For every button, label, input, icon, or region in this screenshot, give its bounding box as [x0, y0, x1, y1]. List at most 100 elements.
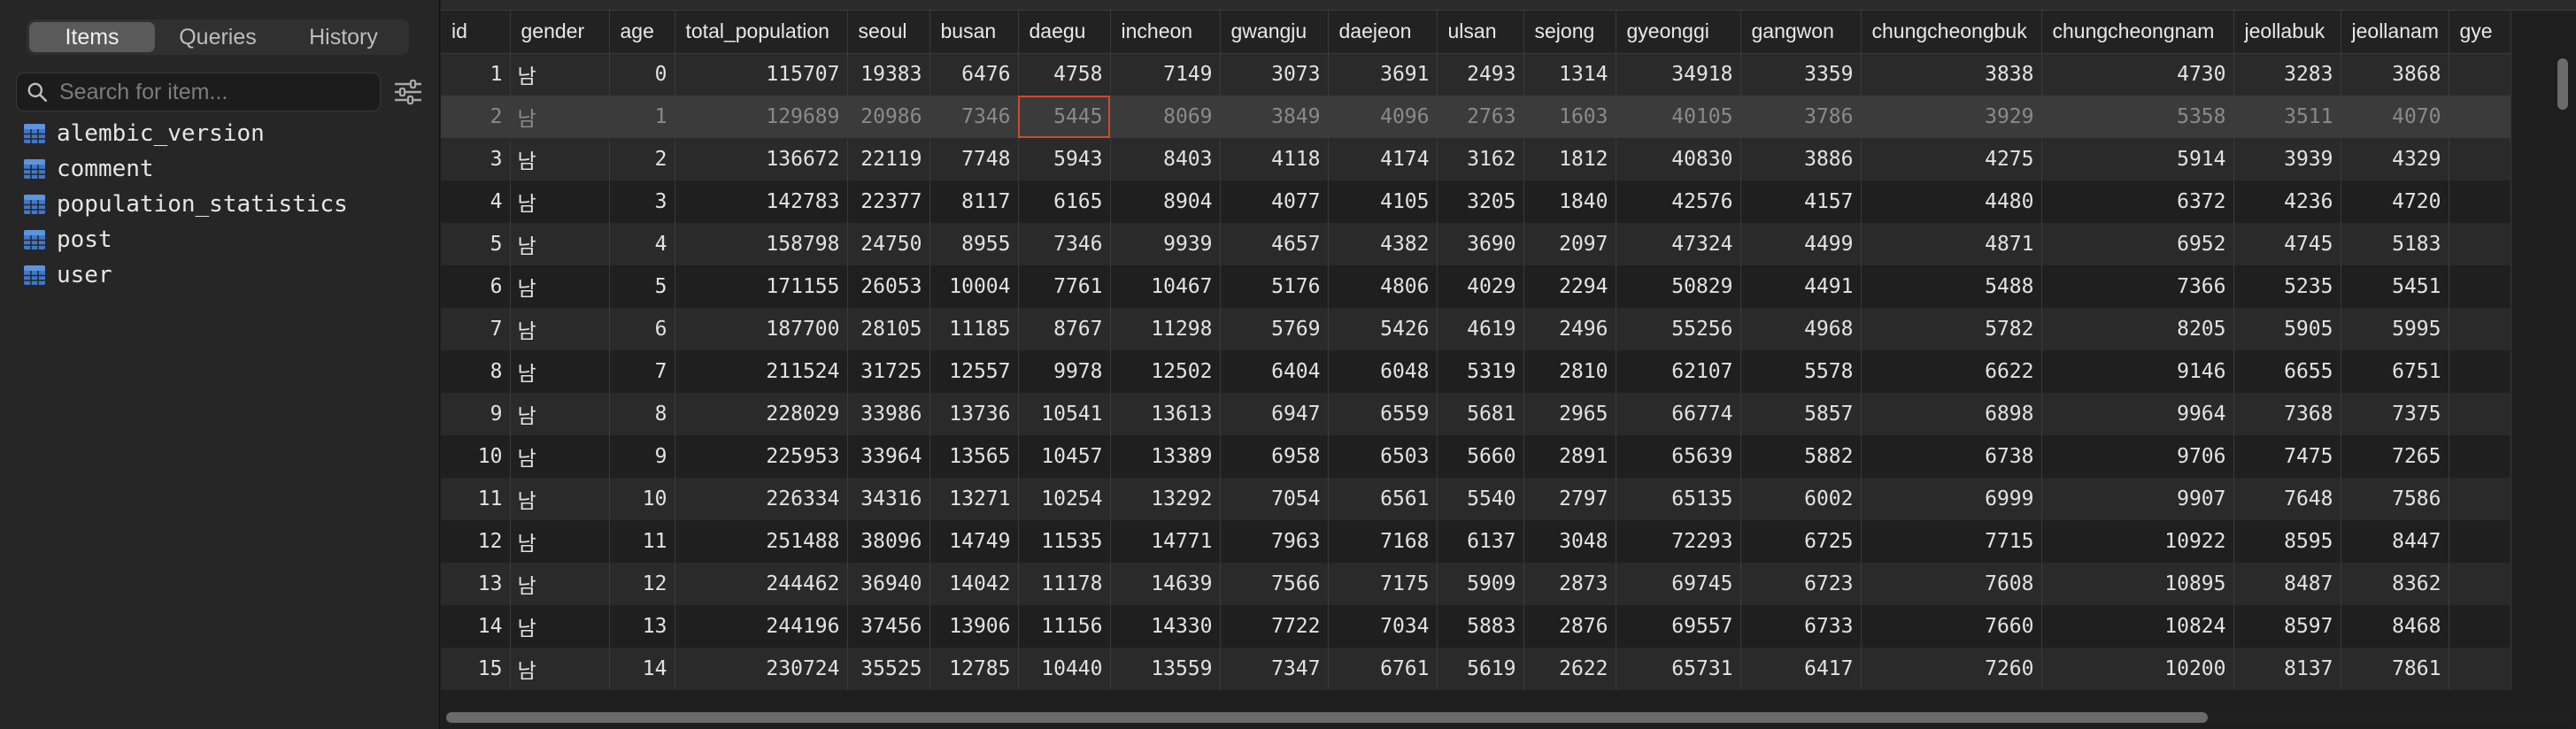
table-cell[interactable]: 136672 — [675, 138, 848, 180]
table-cell[interactable]: 9964 — [2041, 393, 2234, 435]
table-cell[interactable]: 2294 — [1523, 265, 1616, 308]
table-cell[interactable]: 6952 — [2041, 223, 2234, 265]
table-cell[interactable] — [2449, 180, 2511, 223]
table-cell[interactable]: 13736 — [929, 393, 1019, 435]
table-cell[interactable]: 211524 — [675, 350, 848, 393]
table-cell[interactable]: 8487 — [2233, 563, 2341, 605]
table-cell[interactable]: 13613 — [1110, 393, 1221, 435]
table-cell[interactable]: 230724 — [675, 648, 848, 690]
table-cell[interactable]: 7346 — [1018, 223, 1111, 265]
table-cell[interactable]: 4730 — [2041, 53, 2234, 96]
table-cell[interactable]: 7608 — [1861, 563, 2042, 605]
table-cell[interactable]: 6137 — [1437, 520, 1524, 563]
table-cell[interactable]: 10200 — [2041, 648, 2234, 690]
table-cell[interactable]: 244462 — [675, 563, 848, 605]
table-cell[interactable]: 10922 — [2041, 520, 2234, 563]
table-cell[interactable]: 4499 — [1740, 223, 1862, 265]
table-cell[interactable] — [2449, 605, 2511, 648]
table-cell[interactable]: 6958 — [1220, 435, 1329, 478]
table-cell[interactable] — [2449, 53, 2511, 96]
table-cell[interactable]: 6898 — [1861, 393, 2042, 435]
table-cell[interactable]: 3939 — [2233, 138, 2341, 180]
table-row[interactable]: 12 남 11 251488 38096 14749 11535 14771 7963 7168 6… — [441, 520, 2511, 563]
table-cell[interactable]: 6372 — [2041, 180, 2234, 223]
column-header-total-population[interactable]: total_population — [675, 11, 848, 54]
horizontal-scroll-thumb[interactable] — [446, 712, 2208, 723]
table-cell[interactable]: 2493 — [1437, 53, 1524, 96]
table-cell[interactable]: 3 — [441, 138, 511, 180]
table-cell[interactable]: 14 — [609, 648, 675, 690]
table-cell[interactable]: 4382 — [1328, 223, 1438, 265]
table-cell[interactable]: 남 — [510, 605, 610, 648]
table-cell[interactable]: 1 — [609, 96, 675, 138]
table-cell[interactable]: 5619 — [1437, 648, 1524, 690]
table-cell[interactable]: 6725 — [1740, 520, 1862, 563]
table-cell[interactable]: 5769 — [1220, 308, 1329, 350]
table-cell[interactable]: 3886 — [1740, 138, 1862, 180]
column-header-sejong[interactable]: sejong — [1523, 11, 1616, 54]
table-cell[interactable]: 7168 — [1328, 520, 1438, 563]
table-cell[interactable]: 65135 — [1616, 478, 1741, 520]
table-cell[interactable]: 251488 — [675, 520, 848, 563]
table-cell[interactable]: 47324 — [1616, 223, 1741, 265]
table-cell[interactable]: 2 — [441, 96, 511, 138]
table-cell[interactable]: 13389 — [1110, 435, 1221, 478]
table-cell[interactable]: 8468 — [2341, 605, 2449, 648]
table-cell[interactable]: 6 — [441, 265, 511, 308]
table-cell[interactable]: 13565 — [929, 435, 1019, 478]
table-cell[interactable]: 3838 — [1861, 53, 2042, 96]
table-cell[interactable]: 14042 — [929, 563, 1019, 605]
vertical-scroll-thumb[interactable] — [2557, 58, 2568, 110]
table-cell[interactable]: 1 — [441, 53, 511, 96]
table-cell[interactable]: 7260 — [1861, 648, 2042, 690]
table-cell[interactable]: 1840 — [1523, 180, 1616, 223]
table-cell[interactable]: 4758 — [1018, 53, 1111, 96]
table-cell[interactable]: 13 — [441, 563, 511, 605]
table-cell[interactable]: 33986 — [847, 393, 930, 435]
table-cell[interactable]: 7715 — [1861, 520, 2042, 563]
table-cell[interactable]: 6761 — [1328, 648, 1438, 690]
table-cell[interactable]: 8403 — [1110, 138, 1221, 180]
table-cell[interactable]: 2097 — [1523, 223, 1616, 265]
table-cell[interactable]: 11535 — [1018, 520, 1111, 563]
table-cell[interactable]: 2622 — [1523, 648, 1616, 690]
table-cell[interactable]: 6751 — [2341, 350, 2449, 393]
table-cell[interactable]: 6048 — [1328, 350, 1438, 393]
table-cell[interactable]: 9978 — [1018, 350, 1111, 393]
table-cell[interactable]: 6723 — [1740, 563, 1862, 605]
table-cell[interactable]: 10895 — [2041, 563, 2234, 605]
table-cell[interactable]: 33964 — [847, 435, 930, 478]
table-cell[interactable]: 5235 — [2233, 265, 2341, 308]
table-cell[interactable]: 10440 — [1018, 648, 1111, 690]
table-row[interactable]: 4 남 3 142783 22377 8117 6165 8904 4077 4105 3205 18… — [441, 180, 2511, 223]
table-cell[interactable]: 13906 — [929, 605, 1019, 648]
table-cell[interactable]: 6404 — [1220, 350, 1329, 393]
filter-sliders-icon[interactable] — [393, 78, 423, 106]
column-header-seoul[interactable]: seoul — [847, 11, 930, 54]
table-cell[interactable]: 11 — [609, 520, 675, 563]
table-cell[interactable] — [2449, 520, 2511, 563]
table-cell[interactable]: 69557 — [1616, 605, 1741, 648]
table-cell[interactable]: 34316 — [847, 478, 930, 520]
table-cell[interactable]: 5578 — [1740, 350, 1862, 393]
table-cell[interactable]: 4 — [441, 180, 511, 223]
sidebar-item-comment[interactable]: comment — [23, 151, 348, 187]
table-cell[interactable]: 9907 — [2041, 478, 2234, 520]
table-cell[interactable] — [2449, 393, 2511, 435]
table-cell[interactable]: 6622 — [1861, 350, 2042, 393]
table-cell[interactable]: 5660 — [1437, 435, 1524, 478]
table-cell[interactable]: 3073 — [1220, 53, 1329, 96]
table-cell[interactable]: 남 — [510, 435, 610, 478]
table-cell[interactable]: 6002 — [1740, 478, 1862, 520]
table-cell[interactable]: 4 — [609, 223, 675, 265]
table-cell[interactable]: 6 — [609, 308, 675, 350]
table-cell[interactable]: 8447 — [2341, 520, 2449, 563]
column-header-id[interactable]: id — [441, 11, 511, 54]
table-cell[interactable]: 28105 — [847, 308, 930, 350]
table-cell[interactable]: 5995 — [2341, 308, 2449, 350]
table-cell[interactable]: 5914 — [2041, 138, 2234, 180]
table-row[interactable]: 8 남 7 211524 31725 12557 9978 12502 6404 6048 5319… — [441, 350, 2511, 393]
table-cell[interactable]: 12785 — [929, 648, 1019, 690]
table-cell[interactable]: 7861 — [2341, 648, 2449, 690]
table-cell[interactable]: 7054 — [1220, 478, 1329, 520]
